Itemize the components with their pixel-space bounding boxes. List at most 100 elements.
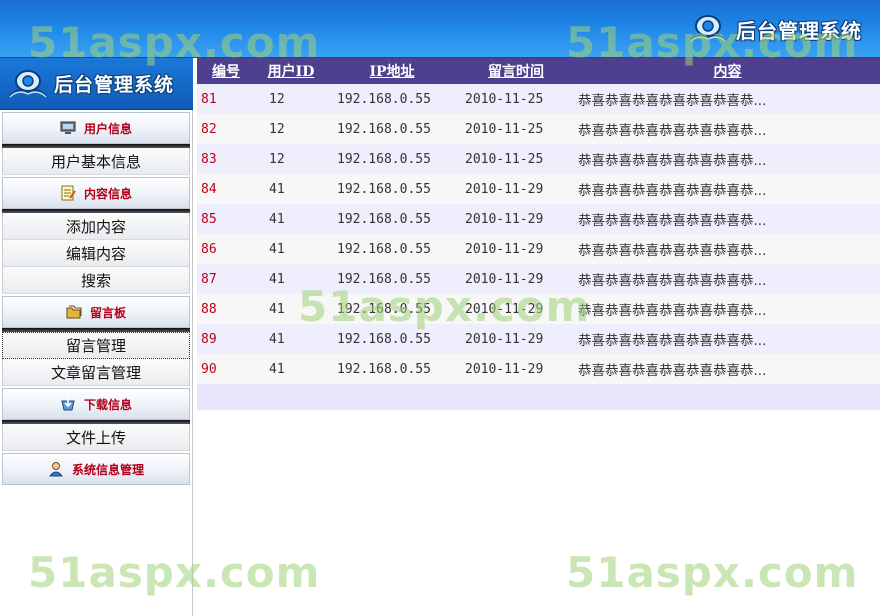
download-icon <box>60 396 76 412</box>
cell-id: 87 <box>197 264 255 294</box>
cell-time: 2010-11-29 <box>457 234 575 264</box>
cell-user-id: 12 <box>255 84 327 114</box>
cell-id: 83 <box>197 144 255 174</box>
sidebar-logo: 后台管理系统 <box>0 58 193 110</box>
menu-item-search[interactable]: 搜索 <box>2 267 190 294</box>
cell-time: 2010-11-25 <box>457 144 575 174</box>
cell-user-id: 41 <box>255 234 327 264</box>
cell-time: 2010-11-25 <box>457 84 575 114</box>
cell-time: 2010-11-29 <box>457 294 575 324</box>
table-row[interactable]: 83 12 192.168.0.55 2010-11-25 恭喜恭喜恭喜恭喜恭喜恭喜恭.… <box>197 144 880 174</box>
cell-id: 86 <box>197 234 255 264</box>
cell-content: 恭喜恭喜恭喜恭喜恭喜恭喜恭... <box>575 234 880 264</box>
cell-user-id: 41 <box>255 324 327 354</box>
cell-id: 84 <box>197 174 255 204</box>
table-footer <box>197 384 880 410</box>
column-header-id[interactable]: 编号 <box>197 58 255 84</box>
cell-id: 85 <box>197 204 255 234</box>
user-icon <box>48 461 64 477</box>
cell-time: 2010-11-25 <box>457 114 575 144</box>
top-banner: 后台管理系统 <box>0 0 880 58</box>
section-message-board[interactable]: 留言板 <box>2 296 190 328</box>
cell-id: 90 <box>197 354 255 384</box>
cell-ip: 192.168.0.55 <box>327 114 457 144</box>
cell-time: 2010-11-29 <box>457 204 575 234</box>
menu-item-message-manage[interactable]: 留言管理 <box>2 332 190 359</box>
section-content-info[interactable]: 内容信息 <box>2 177 190 209</box>
menu-item-add-content[interactable]: 添加内容 <box>2 213 190 240</box>
cell-ip: 192.168.0.55 <box>327 174 457 204</box>
table-row[interactable]: 84 41 192.168.0.55 2010-11-29 恭喜恭喜恭喜恭喜恭喜恭喜恭.… <box>197 174 880 204</box>
cell-ip: 192.168.0.55 <box>327 354 457 384</box>
cell-user-id: 41 <box>255 294 327 324</box>
folders-icon <box>66 304 82 320</box>
section-label: 系统信息管理 <box>71 462 144 477</box>
column-header-ip[interactable]: IP地址 <box>327 58 457 84</box>
cell-content: 恭喜恭喜恭喜恭喜恭喜恭喜恭... <box>575 324 880 354</box>
section-label: 下载信息 <box>83 397 132 412</box>
menu-item-user-basic-info[interactable]: 用户基本信息 <box>2 148 190 175</box>
message-table-area: 编号 用户ID IP地址 留言时间 内容 81 12 192.168.0.55 201… <box>197 58 880 410</box>
section-system-info[interactable]: 系统信息管理 <box>2 453 190 485</box>
message-table: 编号 用户ID IP地址 留言时间 内容 81 12 192.168.0.55 201… <box>197 58 880 384</box>
cell-user-id: 12 <box>255 144 327 174</box>
cell-user-id: 12 <box>255 114 327 144</box>
table-row[interactable]: 89 41 192.168.0.55 2010-11-29 恭喜恭喜恭喜恭喜恭喜恭喜恭.… <box>197 324 880 354</box>
sidebar: 后台管理系统 用户信息 用户基本信息 内容信息 添加内容 编辑内容 搜索 留言板… <box>0 58 193 616</box>
logo-emblem-icon <box>6 67 50 101</box>
cell-content: 恭喜恭喜恭喜恭喜恭喜恭喜恭... <box>575 264 880 294</box>
cell-user-id: 41 <box>255 354 327 384</box>
column-header-user-id[interactable]: 用户ID <box>255 58 327 84</box>
cell-id: 82 <box>197 114 255 144</box>
cell-content: 恭喜恭喜恭喜恭喜恭喜恭喜恭... <box>575 174 880 204</box>
cell-id: 81 <box>197 84 255 114</box>
cell-time: 2010-11-29 <box>457 324 575 354</box>
cell-ip: 192.168.0.55 <box>327 234 457 264</box>
cell-content: 恭喜恭喜恭喜恭喜恭喜恭喜恭... <box>575 204 880 234</box>
section-label: 留言板 <box>89 305 126 320</box>
section-label: 用户信息 <box>83 121 132 136</box>
section-user-info[interactable]: 用户信息 <box>2 112 190 144</box>
cell-time: 2010-11-29 <box>457 264 575 294</box>
cell-content: 恭喜恭喜恭喜恭喜恭喜恭喜恭... <box>575 114 880 144</box>
menu-item-file-upload[interactable]: 文件上传 <box>2 424 190 451</box>
table-row[interactable]: 87 41 192.168.0.55 2010-11-29 恭喜恭喜恭喜恭喜恭喜恭喜恭.… <box>197 264 880 294</box>
table-header-row: 编号 用户ID IP地址 留言时间 内容 <box>197 58 880 84</box>
section-label: 内容信息 <box>83 186 132 201</box>
monitor-icon <box>60 120 76 136</box>
column-header-content[interactable]: 内容 <box>575 58 880 84</box>
cell-ip: 192.168.0.55 <box>327 84 457 114</box>
cell-content: 恭喜恭喜恭喜恭喜恭喜恭喜恭... <box>575 144 880 174</box>
column-header-time[interactable]: 留言时间 <box>457 58 575 84</box>
cell-id: 89 <box>197 324 255 354</box>
top-logo-title: 后台管理系统 <box>736 18 862 43</box>
cell-content: 恭喜恭喜恭喜恭喜恭喜恭喜恭... <box>575 294 880 324</box>
section-download-info[interactable]: 下载信息 <box>2 388 190 420</box>
table-row[interactable]: 90 41 192.168.0.55 2010-11-29 恭喜恭喜恭喜恭喜恭喜恭喜恭.… <box>197 354 880 384</box>
cell-user-id: 41 <box>255 204 327 234</box>
top-logo: 后台管理系统 <box>686 12 862 46</box>
table-row[interactable]: 85 41 192.168.0.55 2010-11-29 恭喜恭喜恭喜恭喜恭喜恭喜恭.… <box>197 204 880 234</box>
cell-time: 2010-11-29 <box>457 174 575 204</box>
cell-user-id: 41 <box>255 174 327 204</box>
table-row[interactable]: 86 41 192.168.0.55 2010-11-29 恭喜恭喜恭喜恭喜恭喜恭喜恭.… <box>197 234 880 264</box>
cell-ip: 192.168.0.55 <box>327 264 457 294</box>
table-row[interactable]: 88 41 192.168.0.55 2010-11-29 恭喜恭喜恭喜恭喜恭喜恭喜恭.… <box>197 294 880 324</box>
cell-content: 恭喜恭喜恭喜恭喜恭喜恭喜恭... <box>575 354 880 384</box>
menu-item-article-message-manage[interactable]: 文章留言管理 <box>2 359 190 386</box>
cell-user-id: 41 <box>255 264 327 294</box>
cell-content: 恭喜恭喜恭喜恭喜恭喜恭喜恭... <box>575 84 880 114</box>
cell-ip: 192.168.0.55 <box>327 204 457 234</box>
logo-emblem-icon <box>686 12 730 46</box>
sidebar-logo-title: 后台管理系统 <box>54 74 175 96</box>
notepad-icon <box>60 185 76 201</box>
cell-ip: 192.168.0.55 <box>327 294 457 324</box>
table-row[interactable]: 82 12 192.168.0.55 2010-11-25 恭喜恭喜恭喜恭喜恭喜恭喜恭.… <box>197 114 880 144</box>
table-row[interactable]: 81 12 192.168.0.55 2010-11-25 恭喜恭喜恭喜恭喜恭喜恭喜恭.… <box>197 84 880 114</box>
cell-time: 2010-11-29 <box>457 354 575 384</box>
menu-item-edit-content[interactable]: 编辑内容 <box>2 240 190 267</box>
watermark: 51aspx.com <box>566 548 859 597</box>
cell-id: 88 <box>197 294 255 324</box>
cell-ip: 192.168.0.55 <box>327 324 457 354</box>
cell-ip: 192.168.0.55 <box>327 144 457 174</box>
